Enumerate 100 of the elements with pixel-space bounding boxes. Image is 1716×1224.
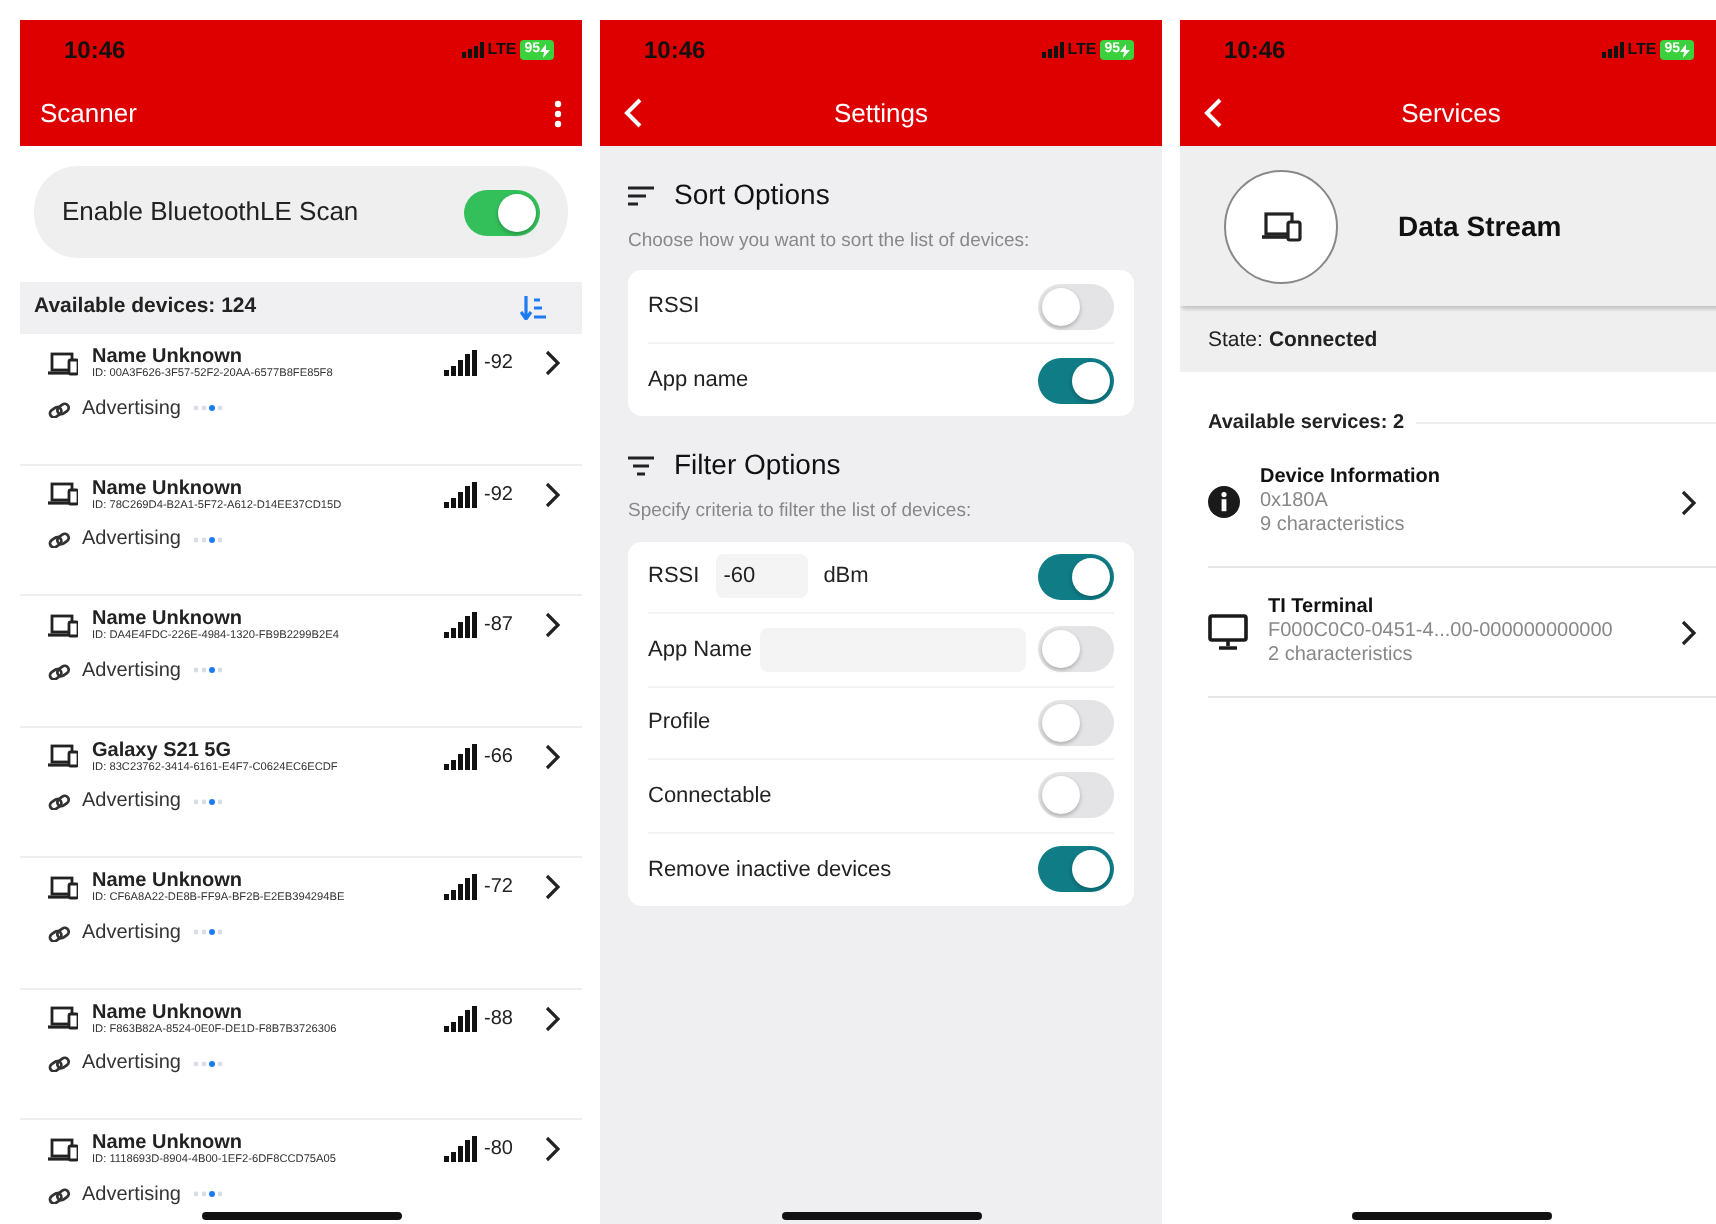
link-icon (48, 661, 70, 680)
section-heading: Filter Options (674, 446, 841, 485)
rssi-value: -87 (484, 612, 515, 641)
option-switch[interactable] (1038, 357, 1114, 403)
scan-toggle-panel: Enable BluetoothLE Scan (34, 166, 568, 258)
characteristics-count: 9 characteristics (1260, 514, 1407, 538)
section-hint: Choose how you want to sort the list of devices: (626, 228, 1032, 256)
advertising-status: Advertising (82, 1181, 181, 1210)
device-icon (1261, 211, 1301, 241)
chevron-right-icon (544, 1136, 562, 1163)
status-time: 10:46 (64, 34, 126, 68)
advertising-status: Advertising (82, 1050, 181, 1079)
rssi-input[interactable]: -60 (715, 554, 808, 599)
status-time: 10:46 (644, 34, 706, 68)
device-icon (48, 351, 78, 376)
service-uuid: 0x180A (1260, 490, 1330, 514)
device-name: Name Unknown (92, 870, 245, 892)
option-label: Profile (648, 708, 711, 738)
rssi-value: -92 (484, 350, 515, 379)
charging-icon (1680, 43, 1690, 57)
chevron-right-icon (544, 1005, 562, 1032)
link-icon (48, 530, 70, 549)
sort-icon[interactable] (520, 296, 546, 320)
screen-title: Services (1401, 95, 1501, 132)
advertising-status: Advertising (82, 526, 181, 555)
device-name: Name Unknown (92, 1132, 245, 1154)
cellular-signal-icon (461, 42, 484, 58)
chevron-right-icon (544, 743, 562, 770)
status-time: 10:46 (1224, 34, 1286, 68)
service-row[interactable]: Device Information 0x180A 9 characteristics (1208, 438, 1716, 568)
link-icon (48, 792, 70, 811)
services-count: Available services: 2 (1208, 410, 1405, 438)
chevron-right-icon (544, 874, 562, 901)
info-icon (1208, 486, 1240, 518)
more-menu-icon[interactable] (554, 99, 562, 127)
link-icon (48, 399, 70, 418)
option-label: Connectable (648, 781, 772, 811)
service-uuid: F000C0C0-0451-4...00-000000000000 (1268, 620, 1615, 644)
state-label: State: (1208, 326, 1263, 357)
signal-strength-icon (444, 743, 478, 770)
device-icon (48, 613, 78, 638)
option-label: RSSI (648, 291, 700, 322)
device-name: Galaxy S21 5G (92, 739, 233, 761)
unit-label: dBm (823, 562, 869, 592)
option-label: App Name (648, 635, 752, 665)
option-switch[interactable] (1038, 626, 1114, 673)
rssi-value: -92 (484, 481, 515, 510)
option-switch[interactable] (1038, 772, 1114, 819)
screen-title: Settings (834, 95, 928, 132)
option-label: Remove inactive devices (648, 855, 892, 885)
device-name: Name Unknown (92, 346, 245, 368)
rssi-value: -88 (484, 1005, 515, 1034)
characteristics-count: 2 characteristics (1268, 644, 1415, 668)
signal-strength-icon (444, 1136, 478, 1163)
chevron-right-icon (1680, 489, 1698, 515)
advertising-status: Advertising (82, 919, 181, 948)
link-icon (48, 923, 70, 942)
advertising-status: Advertising (82, 657, 181, 686)
option-switch[interactable] (1038, 846, 1114, 893)
section-hint: Specify criteria to filter the list of devices: (626, 498, 974, 527)
back-icon[interactable] (624, 98, 644, 128)
device-icon (48, 482, 78, 507)
device-name: Name Unknown (92, 608, 245, 630)
option-switch[interactable] (1038, 553, 1114, 600)
scan-switch[interactable] (464, 189, 540, 235)
cellular-signal-icon (1041, 42, 1064, 58)
signal-strength-icon (444, 1005, 478, 1032)
screen-title: Scanner (40, 95, 137, 132)
network-label: LTE (1067, 38, 1097, 62)
activity-dots-icon (192, 1059, 225, 1068)
option-switch[interactable] (1038, 283, 1114, 329)
sort-lines-icon (628, 185, 654, 205)
service-row[interactable]: TI Terminal F000C0C0-0451-4...00-000000000000 2 characteristics (1208, 568, 1716, 698)
chevron-right-icon (544, 612, 562, 639)
charging-icon (540, 43, 550, 57)
device-title: Data Stream (1398, 207, 1562, 245)
monitor-icon (1208, 614, 1248, 650)
signal-strength-icon (444, 612, 478, 639)
device-count: Available devices: 124 (34, 292, 257, 323)
chevron-right-icon (1680, 619, 1698, 645)
activity-dots-icon (192, 666, 225, 675)
service-name: Device Information (1260, 466, 1443, 490)
network-label: LTE (1627, 38, 1657, 62)
device-icon (48, 1137, 78, 1162)
option-label: RSSI (648, 562, 700, 592)
option-switch[interactable] (1038, 699, 1114, 746)
back-icon[interactable] (1204, 98, 1224, 128)
device-name: Name Unknown (92, 1001, 245, 1023)
activity-dots-icon (192, 404, 225, 413)
section-heading: Sort Options (674, 176, 830, 214)
device-icon (48, 1006, 78, 1031)
charging-icon (1120, 43, 1130, 57)
activity-dots-icon (192, 797, 225, 806)
device-icon (48, 744, 78, 769)
activity-dots-icon (192, 928, 225, 937)
option-label: App name (648, 365, 749, 396)
signal-strength-icon (444, 350, 478, 377)
filter-icon (628, 455, 654, 476)
activity-dots-icon (192, 1190, 225, 1199)
rssi-value: -66 (484, 743, 515, 772)
